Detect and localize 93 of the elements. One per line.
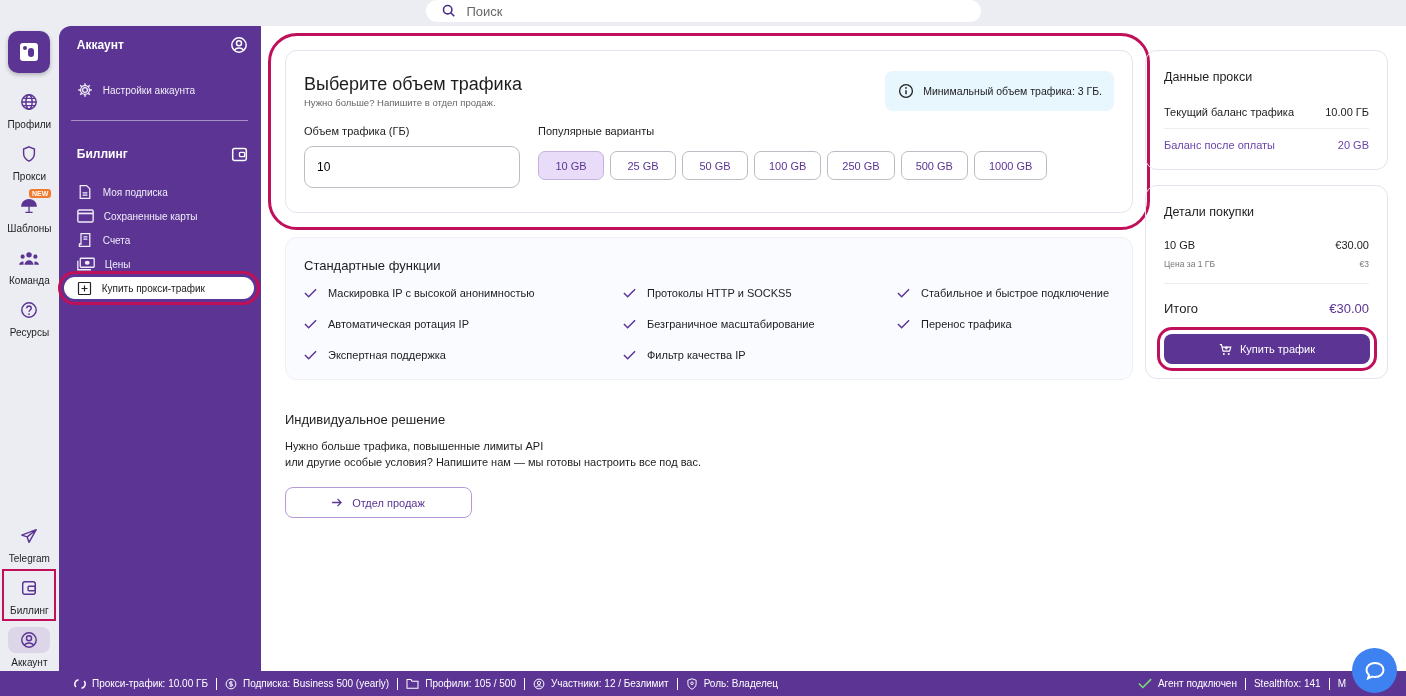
banknote-icon <box>76 257 95 271</box>
rail-item[interactable]: Аккаунт <box>4 623 55 671</box>
check-icon <box>623 288 636 298</box>
status-text: Участники: 12 / Безлимит <box>551 678 669 689</box>
shield-icon <box>685 677 698 690</box>
row-label: Баланс после оплаты <box>1164 139 1275 151</box>
description-text: Нужно больше трафика, повышенные лимиты API <box>285 439 545 454</box>
umbrella-icon <box>20 197 39 215</box>
feature-text: Стабильное и быстрое подключение <box>921 287 1110 299</box>
check-icon <box>1137 678 1152 689</box>
preset-button[interactable]: 100 GB <box>754 151 822 180</box>
status-text: Роль: Владелец <box>703 678 779 689</box>
check-icon <box>304 350 317 360</box>
status-text: Агент подключен <box>1157 678 1237 689</box>
check-icon <box>304 288 317 298</box>
card-title: Детали покупки <box>1164 205 1256 219</box>
status-text: Прокси-трафик: 10.00 ГБ <box>92 678 208 689</box>
user-icon <box>533 677 545 690</box>
sidebar-item[interactable]: Моя подписка <box>63 181 254 203</box>
rail-item[interactable]: Прокси <box>4 137 55 185</box>
check-icon <box>897 319 910 329</box>
card-title: Данные прокси <box>1164 70 1254 84</box>
check-icon <box>897 288 910 298</box>
rail-item[interactable]: Telegram <box>4 519 55 567</box>
feature-text: Маскировка IP с высокой анонимностью <box>328 287 535 299</box>
folder-icon <box>406 678 420 689</box>
sync-icon <box>74 677 86 690</box>
rail-item[interactable]: Профили <box>4 85 55 133</box>
notice-text: Минимальный объем трафика: 3 ГБ. <box>923 85 1102 97</box>
feature-text: Автоматическая ротация IP <box>328 318 469 330</box>
status-text: Подписка: Business 500 (yearly) <box>242 678 390 689</box>
card-title: Выберите объем трафика <box>304 74 522 95</box>
unit-price: €3 <box>1359 259 1369 269</box>
feature-text: Протоколы HTTP и SOCKS5 <box>647 287 792 299</box>
row-value: 10.00 ГБ <box>1325 106 1369 118</box>
check-icon <box>623 319 636 329</box>
check-icon <box>304 319 317 329</box>
coin-icon <box>224 677 237 690</box>
cart-icon <box>1218 342 1232 356</box>
total-label: Итого <box>1164 301 1199 316</box>
gear-icon <box>76 82 93 98</box>
description-text: или другие особые условия? Напишите нам — мы готовы настроить все под вас. <box>285 455 703 470</box>
field-label: Объем трафика (ГБ) <box>304 125 411 137</box>
card-title: Стандартные функции <box>304 258 442 273</box>
user-icon <box>20 631 39 649</box>
sales-button[interactable]: Отдел продаж <box>285 487 472 518</box>
user-icon[interactable] <box>230 36 248 54</box>
feature-text: Фильтр качества IP <box>647 349 746 361</box>
info-icon <box>898 83 915 99</box>
feature-text: Безграничное масштабирование <box>647 318 815 330</box>
card-subtitle: Нужно больше? Напишите в отдел продаж. <box>304 97 497 108</box>
traffic-input[interactable]: 10 <box>304 146 520 188</box>
total-price: €30.00 <box>1329 301 1369 316</box>
item-price: €30.00 <box>1335 239 1369 251</box>
plus-square-icon <box>76 280 92 296</box>
section-title: Аккаунт <box>76 38 124 52</box>
sidebar-item[interactable]: Цены <box>63 253 254 275</box>
preset-button[interactable]: 250 GB <box>827 151 895 180</box>
sidebar-item[interactable]: Сохраненные карты <box>63 205 254 227</box>
feature-text: Перенос трафика <box>921 318 1012 330</box>
feature-text: Экспертная поддержка <box>328 349 446 361</box>
status-text: Stealthfox: 141 <box>1253 678 1321 689</box>
preset-button[interactable]: 1000 GB <box>973 151 1048 180</box>
field-label: Популярные варианты <box>538 125 656 137</box>
wallet-icon[interactable] <box>231 145 248 163</box>
app-logo[interactable] <box>8 31 51 73</box>
row-label: Текущий баланс трафика <box>1164 106 1295 118</box>
status-text: M <box>1337 678 1346 689</box>
row-value: 20 GB <box>1337 139 1369 151</box>
sidebar-item[interactable]: Счета <box>63 229 254 251</box>
section-title: Биллинг <box>76 147 128 161</box>
help-icon <box>20 301 39 319</box>
rail-item[interactable]: Биллинг <box>4 571 55 619</box>
sidebar-item[interactable]: Настройки аккаунта <box>63 79 254 101</box>
team-icon <box>19 250 40 266</box>
rail-item[interactable]: Ресурсы <box>4 293 55 341</box>
preset-button[interactable]: 500 GB <box>900 151 968 180</box>
section-title: Индивидуальное решение <box>285 412 447 427</box>
unit-price-label: Цена за 1 ГБ <box>1164 259 1216 269</box>
search-field[interactable]: Поиск <box>425 0 981 22</box>
rail-item[interactable]: Команда <box>4 241 55 289</box>
item-label: 10 GB <box>1164 239 1196 251</box>
preset-button[interactable]: 50 GB <box>682 151 748 180</box>
preset-button[interactable]: 25 GB <box>610 151 676 180</box>
status-text: Профили: 105 / 500 <box>425 678 516 689</box>
paper-plane-icon <box>20 527 39 545</box>
wallet-icon <box>20 579 39 597</box>
credit-card-icon <box>76 209 94 223</box>
globe-icon <box>20 93 39 111</box>
arrow-right-icon <box>332 498 344 507</box>
preset-button[interactable]: 10 GB <box>538 151 604 180</box>
receipt-icon <box>76 232 93 248</box>
check-icon <box>623 350 636 360</box>
